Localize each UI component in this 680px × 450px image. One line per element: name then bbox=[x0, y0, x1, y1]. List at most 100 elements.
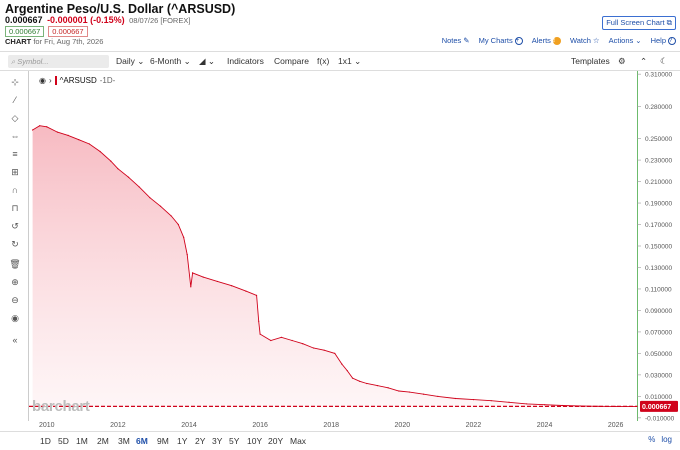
symbol-search-input[interactable]: ⌕ Symbol... bbox=[8, 55, 109, 68]
shape-tool-icon[interactable]: ◇ bbox=[8, 113, 22, 124]
period-dropdown[interactable]: Daily ⌄ bbox=[116, 56, 144, 67]
actions-menu[interactable]: Actions ⌄ bbox=[609, 36, 642, 45]
undo-icon[interactable]: ↺ bbox=[8, 221, 22, 232]
gear-icon[interactable]: ⚙ bbox=[618, 56, 626, 67]
dark-mode-icon[interactable]: ☾ bbox=[660, 56, 668, 67]
x-tick-label: 2010 bbox=[39, 422, 55, 429]
plus-circle-icon: + bbox=[514, 36, 523, 45]
header-links: Notes ✎ My Charts + Alerts! Watch ☆ Actions… bbox=[442, 36, 676, 45]
legend-timeframe: -1D- bbox=[99, 76, 116, 85]
help-icon: ? bbox=[668, 36, 676, 45]
help-label: Help bbox=[650, 36, 666, 45]
log-toggle[interactable]: log bbox=[661, 435, 672, 444]
chart-date: for Fri, Aug 7th, 2026 bbox=[33, 37, 104, 46]
range-label: 6-Month bbox=[150, 56, 182, 66]
y-tick-label: -0.010000 bbox=[645, 415, 675, 422]
eye-icon[interactable]: ◉ bbox=[8, 313, 22, 324]
series-swatch bbox=[54, 76, 57, 85]
x-tick-label: 2024 bbox=[537, 422, 553, 429]
range-5d[interactable]: 5D bbox=[58, 436, 69, 446]
range-selector: 1D 5D 1M 2M 3M 6M 9M 1Y 2Y 3Y 5Y 10Y 20Y Max % log bbox=[0, 431, 680, 450]
bottom-controls: % log bbox=[648, 435, 672, 444]
y-tick-label: 0.150000 bbox=[645, 244, 672, 251]
y-tick-label: 0.090000 bbox=[645, 308, 672, 315]
range-5y[interactable]: 5Y bbox=[229, 436, 239, 446]
fx-button[interactable]: f(x) bbox=[317, 56, 329, 66]
mountain-chart-icon: ◢ bbox=[199, 56, 206, 66]
arrow-tool-icon[interactable]: ⇔ bbox=[8, 131, 22, 142]
x-tick-label: 2016 bbox=[252, 422, 268, 429]
range-6m[interactable]: 6M bbox=[136, 436, 148, 446]
actions-label: Actions bbox=[608, 36, 634, 45]
range-20y[interactable]: 20Y bbox=[268, 436, 283, 446]
alerts-link[interactable]: Alerts! bbox=[532, 36, 561, 45]
range-3m[interactable]: 3M bbox=[118, 436, 130, 446]
collapse-sidebar-icon[interactable]: « bbox=[8, 335, 22, 346]
range-dropdown[interactable]: 6-Month ⌄ bbox=[150, 56, 191, 67]
y-tick-label: 0.310000 bbox=[645, 72, 672, 79]
range-max[interactable]: Max bbox=[290, 436, 306, 446]
external-link-icon: ⧉ bbox=[666, 18, 672, 27]
range-3y[interactable]: 3Y bbox=[212, 436, 222, 446]
zoom-in-icon[interactable]: ⊕ bbox=[8, 277, 22, 288]
range-9m[interactable]: 9M bbox=[157, 436, 169, 446]
collapse-icon[interactable]: ⌃ bbox=[640, 56, 647, 67]
crosshair-tool-icon[interactable]: ⊹ bbox=[8, 77, 22, 88]
range-1y[interactable]: 1Y bbox=[177, 436, 187, 446]
page-title: Argentine Peso/U.S. Dollar (^ARSUSD) bbox=[5, 2, 236, 16]
range-1d[interactable]: 1D bbox=[40, 436, 51, 446]
chart-page: Argentine Peso/U.S. Dollar (^ARSUSD) 0.0… bbox=[0, 0, 680, 450]
my-charts-link[interactable]: My Charts + bbox=[479, 36, 523, 45]
help-link[interactable]: Help? bbox=[651, 36, 676, 45]
y-tick-label: 0.130000 bbox=[645, 265, 672, 272]
lock-icon[interactable]: ⊓ bbox=[8, 203, 22, 214]
last-price-tag-label: 0.000667 bbox=[642, 404, 671, 411]
x-tick-label: 2012 bbox=[110, 422, 126, 429]
trend-line-tool-icon[interactable]: ⁄ bbox=[8, 95, 22, 106]
percent-toggle[interactable]: % bbox=[648, 435, 655, 444]
measure-tool-icon[interactable]: ⊞ bbox=[8, 167, 22, 178]
chevron-down-icon: ⌄ bbox=[207, 56, 216, 66]
trash-icon[interactable]: 🗑 bbox=[8, 259, 22, 270]
templates-button[interactable]: Templates bbox=[571, 56, 610, 66]
range-2y[interactable]: 2Y bbox=[195, 436, 205, 446]
notes-label: Notes bbox=[441, 36, 462, 45]
barchart-watermark: barchart bbox=[32, 398, 90, 415]
quote-line: 0.000667 -0.000001 (-0.15%) 08/07/26 [FO… bbox=[5, 15, 190, 25]
ask-price: 0.000667 bbox=[48, 26, 88, 37]
chevron-down-icon: ⌄ bbox=[183, 56, 191, 66]
chart-area[interactable] bbox=[28, 71, 638, 421]
y-tick-label: 0.210000 bbox=[645, 179, 672, 186]
chart-type-dropdown[interactable]: ◢ ⌄ bbox=[199, 56, 215, 67]
legend-symbol: ^ARSUSD bbox=[59, 76, 97, 85]
x-tick-label: 2022 bbox=[466, 422, 482, 429]
notes-link[interactable]: Notes ✎ bbox=[442, 36, 470, 45]
layout-dropdown[interactable]: 1x1 ⌄ bbox=[338, 56, 361, 67]
chevron-down-icon: ⌄ bbox=[137, 56, 145, 66]
eye-icon[interactable]: ◉ bbox=[39, 76, 46, 85]
chevron-right-icon[interactable]: › bbox=[49, 76, 52, 85]
y-tick-label: 0.030000 bbox=[645, 372, 672, 379]
indicators-button[interactable]: Indicators bbox=[227, 56, 264, 66]
y-tick-label: 0.250000 bbox=[645, 136, 672, 143]
y-tick-label: 0.070000 bbox=[645, 329, 672, 336]
x-tick-label: 2018 bbox=[323, 422, 339, 429]
my-charts-label: My Charts bbox=[478, 36, 513, 45]
y-tick-label: 0.190000 bbox=[645, 201, 672, 208]
fibonacci-tool-icon[interactable]: ≡ bbox=[8, 149, 22, 160]
compare-button[interactable]: Compare bbox=[274, 56, 309, 66]
range-10y[interactable]: 10Y bbox=[247, 436, 262, 446]
zoom-out-icon[interactable]: ⊖ bbox=[8, 295, 22, 306]
watch-link[interactable]: Watch ☆ bbox=[570, 36, 600, 45]
bid-price: 0.000667 bbox=[5, 26, 45, 37]
magnet-icon[interactable]: ∩ bbox=[8, 185, 22, 196]
layout-label: 1x1 bbox=[338, 56, 352, 66]
full-screen-chart-button[interactable]: Full Screen Chart ⧉ bbox=[602, 16, 676, 30]
range-2m[interactable]: 2M bbox=[97, 436, 109, 446]
redo-icon[interactable]: ↻ bbox=[8, 239, 22, 250]
quote-meta: 08/07/26 [FOREX] bbox=[129, 16, 191, 25]
chart-legend: ◉ › ^ARSUSD -1D- bbox=[39, 76, 115, 85]
chart-date-line: CHART for Fri, Aug 7th, 2026 bbox=[5, 37, 103, 46]
range-1m[interactable]: 1M bbox=[76, 436, 88, 446]
chevron-down-icon: ⌄ bbox=[354, 56, 362, 66]
